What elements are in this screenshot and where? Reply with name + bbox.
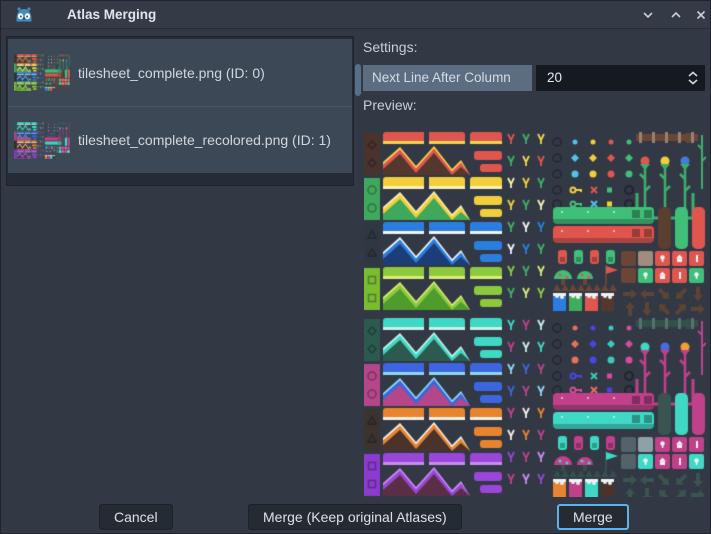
titlebar[interactable]: Atlas Merging [1, 1, 710, 29]
list-item-atlas-0[interactable]: tilesheet_complete.png (ID: 0) [8, 39, 352, 106]
atlas-merging-dialog: Atlas Merging tilesheet_complete.png (ID… [0, 0, 711, 534]
preview-area [364, 123, 706, 497]
merge-keep-original-button[interactable]: Merge (Keep original Atlases) [248, 504, 462, 530]
preview-heading: Preview: [363, 97, 417, 113]
preview-image [364, 123, 706, 497]
window-title: Atlas Merging [67, 7, 157, 22]
next-line-after-column-label: Next Line After Column [363, 65, 532, 91]
godot-logo-icon [16, 7, 32, 22]
merge-button[interactable]: Merge [557, 504, 629, 530]
atlas-thumbnail-1 [14, 121, 70, 159]
maximize-icon[interactable] [669, 8, 685, 24]
atlas-label: tilesheet_complete.png (ID: 0) [78, 64, 265, 81]
list-scrollbar-grabber[interactable] [355, 64, 361, 96]
minimize-icon[interactable] [641, 8, 657, 24]
atlas-label: tilesheet_complete_recolored.png (ID: 1) [78, 132, 331, 148]
settings-heading: Settings: [363, 39, 418, 55]
cancel-button[interactable]: Cancel [99, 504, 173, 530]
spinbox-updown-icon[interactable] [687, 71, 699, 88]
atlas-file-list: tilesheet_complete.png (ID: 0) tilesheet… [6, 36, 354, 186]
close-icon[interactable] [694, 8, 710, 24]
atlas-thumbnail-0 [14, 54, 70, 91]
next-line-after-column-spinbox[interactable]: 20 [536, 65, 705, 91]
spinbox-value: 20 [547, 70, 563, 85]
list-item-atlas-1[interactable]: tilesheet_complete_recolored.png (ID: 1) [8, 106, 352, 173]
